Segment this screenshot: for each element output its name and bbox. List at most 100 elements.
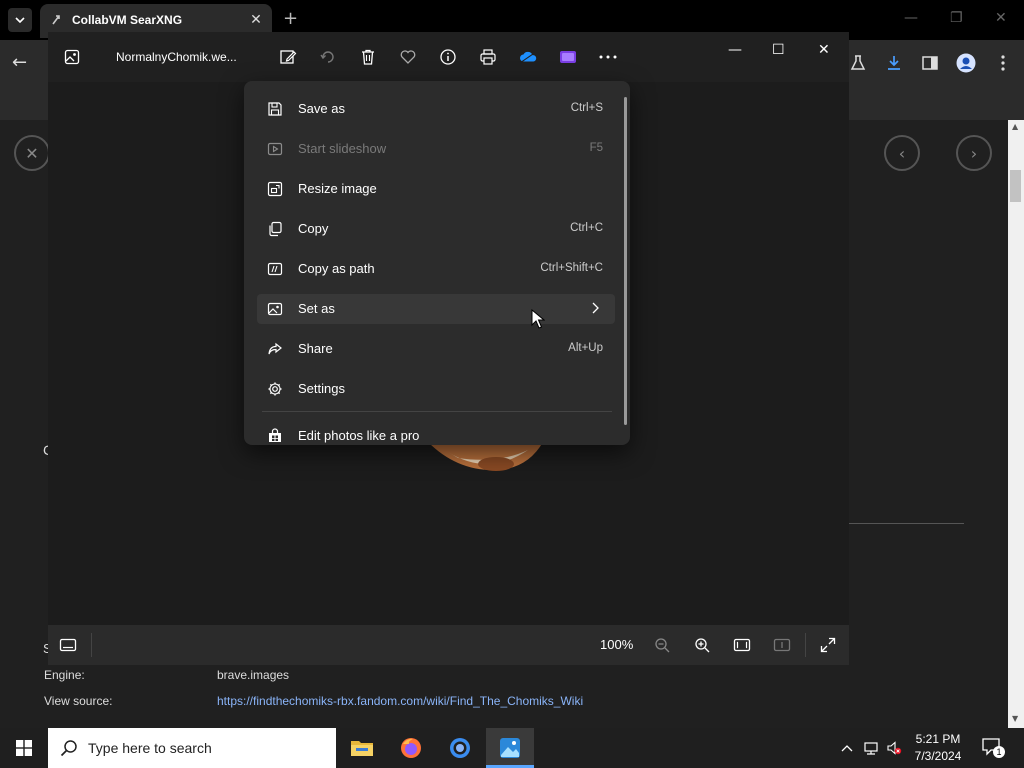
taskbar-file-explorer[interactable] [338, 728, 386, 768]
browser-minimize-icon[interactable]: — [904, 10, 918, 26]
hamster-image [428, 442, 543, 471]
zoom-in-button[interactable] [692, 635, 712, 655]
menu-item-copy-as-path[interactable]: Copy as path Ctrl+Shift+C [257, 254, 615, 284]
divider [91, 633, 92, 657]
profile-avatar-icon[interactable] [956, 53, 976, 73]
scroll-down-icon[interactable]: ▼ [1012, 714, 1018, 723]
preview-next-button[interactable]: › [956, 135, 992, 171]
photos-minimize-icon[interactable]: — [728, 42, 742, 58]
menu-item-label: Share [298, 341, 333, 356]
delete-button[interactable] [358, 47, 378, 67]
menu-item-edit-photos-pro[interactable]: Edit photos like a pro [257, 421, 615, 445]
chevron-right-icon [592, 302, 599, 314]
firefox-icon [401, 738, 421, 758]
chevron-left-icon: ‹ [898, 143, 906, 163]
preview-close-button[interactable]: ✕ [14, 135, 50, 171]
taskbar-chrome[interactable] [436, 728, 484, 768]
more-options-button[interactable] [598, 47, 618, 67]
menu-scrollbar[interactable] [624, 97, 627, 425]
site-favicon-icon [52, 15, 60, 25]
actual-size-button[interactable] [772, 635, 792, 655]
preview-prev-button[interactable]: ‹ [884, 135, 920, 171]
more-dots-icon [599, 55, 617, 59]
menu-item-shortcut: Ctrl+C [570, 222, 603, 234]
zoom-in-icon [695, 638, 710, 653]
favorite-button[interactable] [398, 47, 418, 67]
tab-search-dropdown[interactable] [8, 8, 32, 32]
menu-item-label: Resize image [298, 181, 377, 196]
browser-restore-icon[interactable]: ❐ [950, 10, 963, 26]
volume-muted-icon[interactable] [886, 740, 902, 756]
view-source-label: View source: [44, 694, 113, 708]
fit-to-window-button[interactable] [732, 635, 752, 655]
chevron-down-icon [15, 17, 25, 23]
photos-bottom-bar: 100% [48, 625, 849, 665]
onedrive-button[interactable] [518, 47, 538, 67]
menu-item-start-slideshow[interactable]: Start slideshow F5 [257, 134, 615, 164]
back-button[interactable]: ← [12, 52, 27, 73]
menu-item-label: Copy as path [298, 261, 375, 276]
menu-item-settings[interactable]: Settings [257, 374, 615, 404]
menu-item-label: Copy [298, 221, 329, 236]
labs-flask-icon[interactable] [849, 54, 867, 72]
divider [849, 523, 964, 524]
copy-icon [269, 221, 282, 237]
chrome-icon [450, 738, 470, 758]
clock[interactable]: 5:21 PM 7/3/2024 [908, 732, 968, 763]
menu-item-set-as[interactable]: Set as [257, 294, 615, 324]
share-icon [268, 342, 282, 355]
page-scrollbar-thumb[interactable] [1010, 170, 1021, 202]
start-button[interactable] [0, 728, 48, 768]
photos-close-icon[interactable]: ✕ [818, 42, 830, 58]
photos-file-name: NormalnyChomik.we... [116, 50, 237, 64]
chevron-up-icon[interactable] [839, 740, 855, 756]
taskbar-firefox[interactable] [387, 728, 435, 768]
download-icon[interactable] [885, 54, 903, 72]
photos-maximize-icon[interactable]: ☐ [772, 42, 785, 58]
divider [805, 633, 806, 657]
zoom-out-button[interactable] [652, 635, 672, 655]
trash-icon [362, 49, 374, 65]
menu-item-save-as[interactable]: Save as Ctrl+S [257, 94, 615, 124]
actual-size-icon [773, 638, 791, 652]
menu-item-copy[interactable]: Copy Ctrl+C [257, 214, 615, 244]
mouse-cursor-icon [531, 309, 545, 329]
windows-logo-icon [16, 740, 32, 756]
rotate-button[interactable] [318, 47, 338, 67]
scroll-up-icon[interactable]: ▲ [1012, 122, 1018, 131]
browser-close-icon[interactable]: ✕ [995, 10, 1007, 26]
menu-item-resize-image[interactable]: Resize image [257, 174, 615, 204]
menu-item-label: Start slideshow [298, 141, 387, 156]
folder-icon [351, 741, 373, 756]
photos-app-icon [64, 49, 80, 65]
photos-taskbar-icon [500, 738, 520, 758]
print-button[interactable] [478, 47, 498, 67]
tab-title: CollabVM SearXNG [72, 13, 183, 27]
onedrive-cloud-icon [520, 51, 537, 63]
print-icon [480, 49, 496, 65]
gear-icon [268, 382, 282, 396]
clipchamp-button[interactable] [558, 47, 578, 67]
view-source-link[interactable]: https://findthechomiks-rbx.fandom.com/wi… [217, 694, 583, 708]
set-as-icon [267, 302, 283, 316]
tab-close-icon[interactable]: ✕ [248, 12, 264, 28]
network-icon[interactable] [863, 740, 879, 756]
notification-center-button[interactable]: 1 [982, 738, 1005, 758]
menu-item-shortcut: Ctrl+Shift+C [540, 262, 603, 274]
save-icon [268, 102, 282, 116]
notification-count-badge: 1 [993, 746, 1005, 758]
page-scrollbar[interactable]: ▲ ▼ [1008, 120, 1024, 728]
menu-item-share[interactable]: Share Alt+Up [257, 334, 615, 364]
edit-image-button[interactable] [278, 47, 298, 67]
file-info-button[interactable] [438, 47, 458, 67]
taskbar-photos[interactable] [486, 728, 534, 768]
taskbar-search-box[interactable]: Type here to search [48, 728, 336, 768]
engine-label: Engine: [44, 668, 85, 682]
browser-menu-icon[interactable] [994, 54, 1012, 72]
filmstrip-toggle-button[interactable] [58, 635, 78, 655]
full-screen-button[interactable] [818, 635, 838, 655]
zoom-level[interactable]: 100% [600, 637, 633, 652]
side-panel-icon[interactable] [921, 54, 939, 72]
new-tab-button[interactable]: + [283, 10, 298, 28]
menu-item-shortcut: Alt+Up [568, 342, 603, 354]
